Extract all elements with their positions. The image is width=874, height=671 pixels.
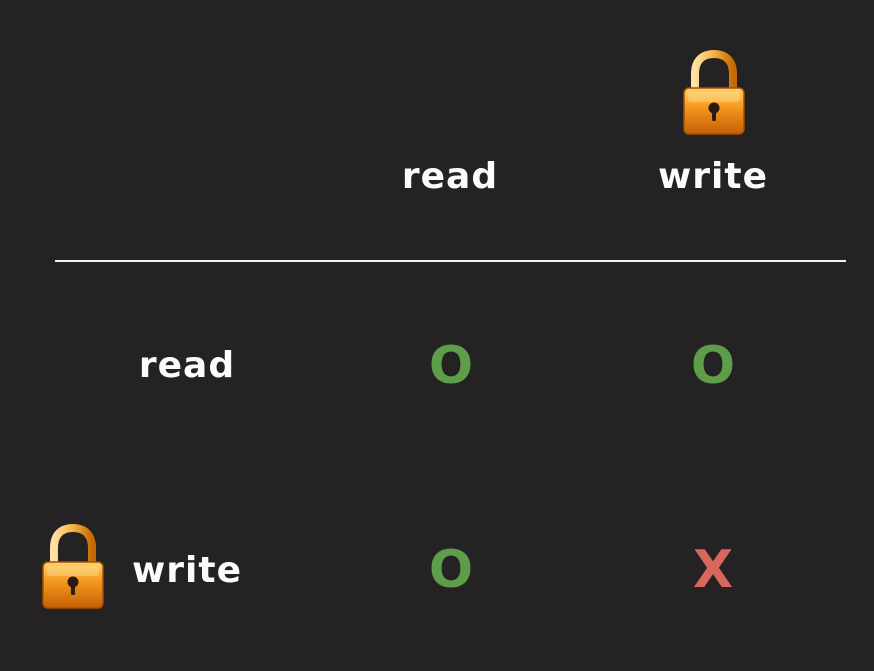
cell-read-read: O (428, 336, 474, 396)
cell-read-write: O (690, 336, 736, 396)
cell-write-write: X (692, 540, 734, 600)
lock-icon (38, 524, 108, 612)
column-header-read: read (401, 156, 499, 197)
column-header-write: write (658, 156, 768, 197)
row-header-write: write (132, 550, 242, 591)
row-header-read: read (138, 345, 236, 386)
read-write-lock-matrix: read write read O O write O X (0, 0, 874, 671)
cell-write-read: O (428, 540, 474, 600)
header-divider (55, 260, 846, 262)
lock-icon (679, 50, 749, 138)
